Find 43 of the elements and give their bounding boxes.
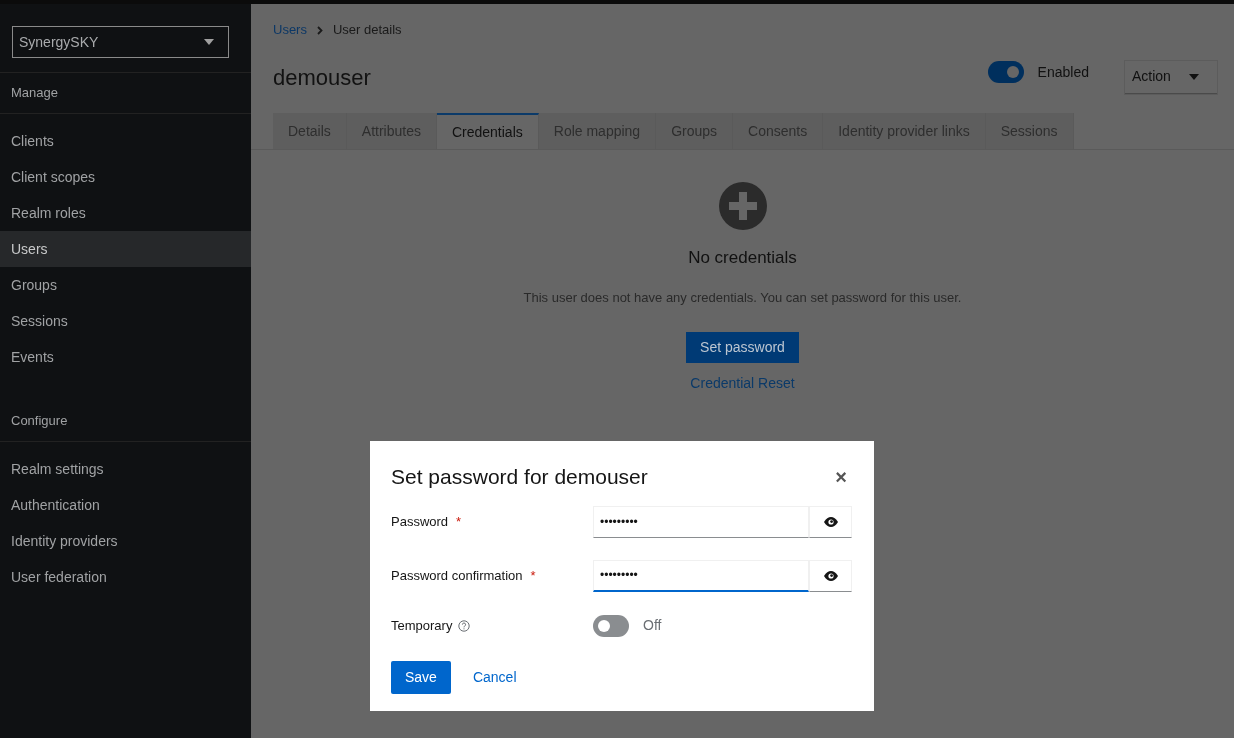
nav-item[interactable]: Identity providers [0,523,251,559]
close-button[interactable]: × [835,466,847,487]
nav-item[interactable]: Realm roles [0,195,251,231]
add-icon [718,182,767,230]
breadcrumb-item: User details [332,21,402,40]
realm-selector[interactable]: SynergySKY [12,26,229,58]
toggle-label: Enabled [1037,62,1089,82]
nav-item[interactable]: Realm settings [0,451,251,487]
chevron-icon [316,25,323,35]
password-field[interactable]: ••••••••• [593,559,809,592]
show-password-button[interactable] [809,505,852,538]
caret-icon [204,39,214,45]
password-field[interactable]: ••••••••• [593,505,809,538]
cancel-button[interactable]: Cancel [472,666,517,688]
save-button[interactable]: Save [391,660,451,694]
nav-item[interactable]: Clients [0,123,251,159]
required-marker: * [456,512,462,531]
temporary-toggle[interactable] [593,614,629,637]
field-label: Password confirmation [391,566,523,585]
eye-icon [823,570,838,581]
help-icon [458,619,471,632]
field-label: Password [391,512,449,531]
show-password-button[interactable] [809,559,852,592]
enabled-toggle[interactable] [987,61,1024,83]
caret-icon [1188,73,1199,80]
required-marker: * [530,566,536,585]
empty-state-title: No credentials [688,247,797,269]
nav-item[interactable]: Users [0,231,251,267]
field-label: Temporary [391,616,453,635]
page-title: demouser [273,63,372,92]
empty-state-message: This user does not have any credentials. You can set password for this user. [523,288,962,307]
dialog-title: Set password for demouser [391,464,648,490]
nav-item[interactable]: User federation [0,559,251,595]
nav-item[interactable]: Authentication [0,487,251,523]
nav-item[interactable]: Client scopes [0,159,251,195]
toggle-state: Off [643,616,662,635]
nav-item[interactable]: Events [0,339,251,375]
nav-item[interactable]: Groups [0,267,251,303]
eye-icon [823,516,838,527]
nav-section-title: Manage [0,73,251,114]
set-password-button[interactable]: Set password [686,332,799,363]
nav-item[interactable]: Sessions [0,303,251,339]
nav-section-title: Configure [0,401,251,442]
